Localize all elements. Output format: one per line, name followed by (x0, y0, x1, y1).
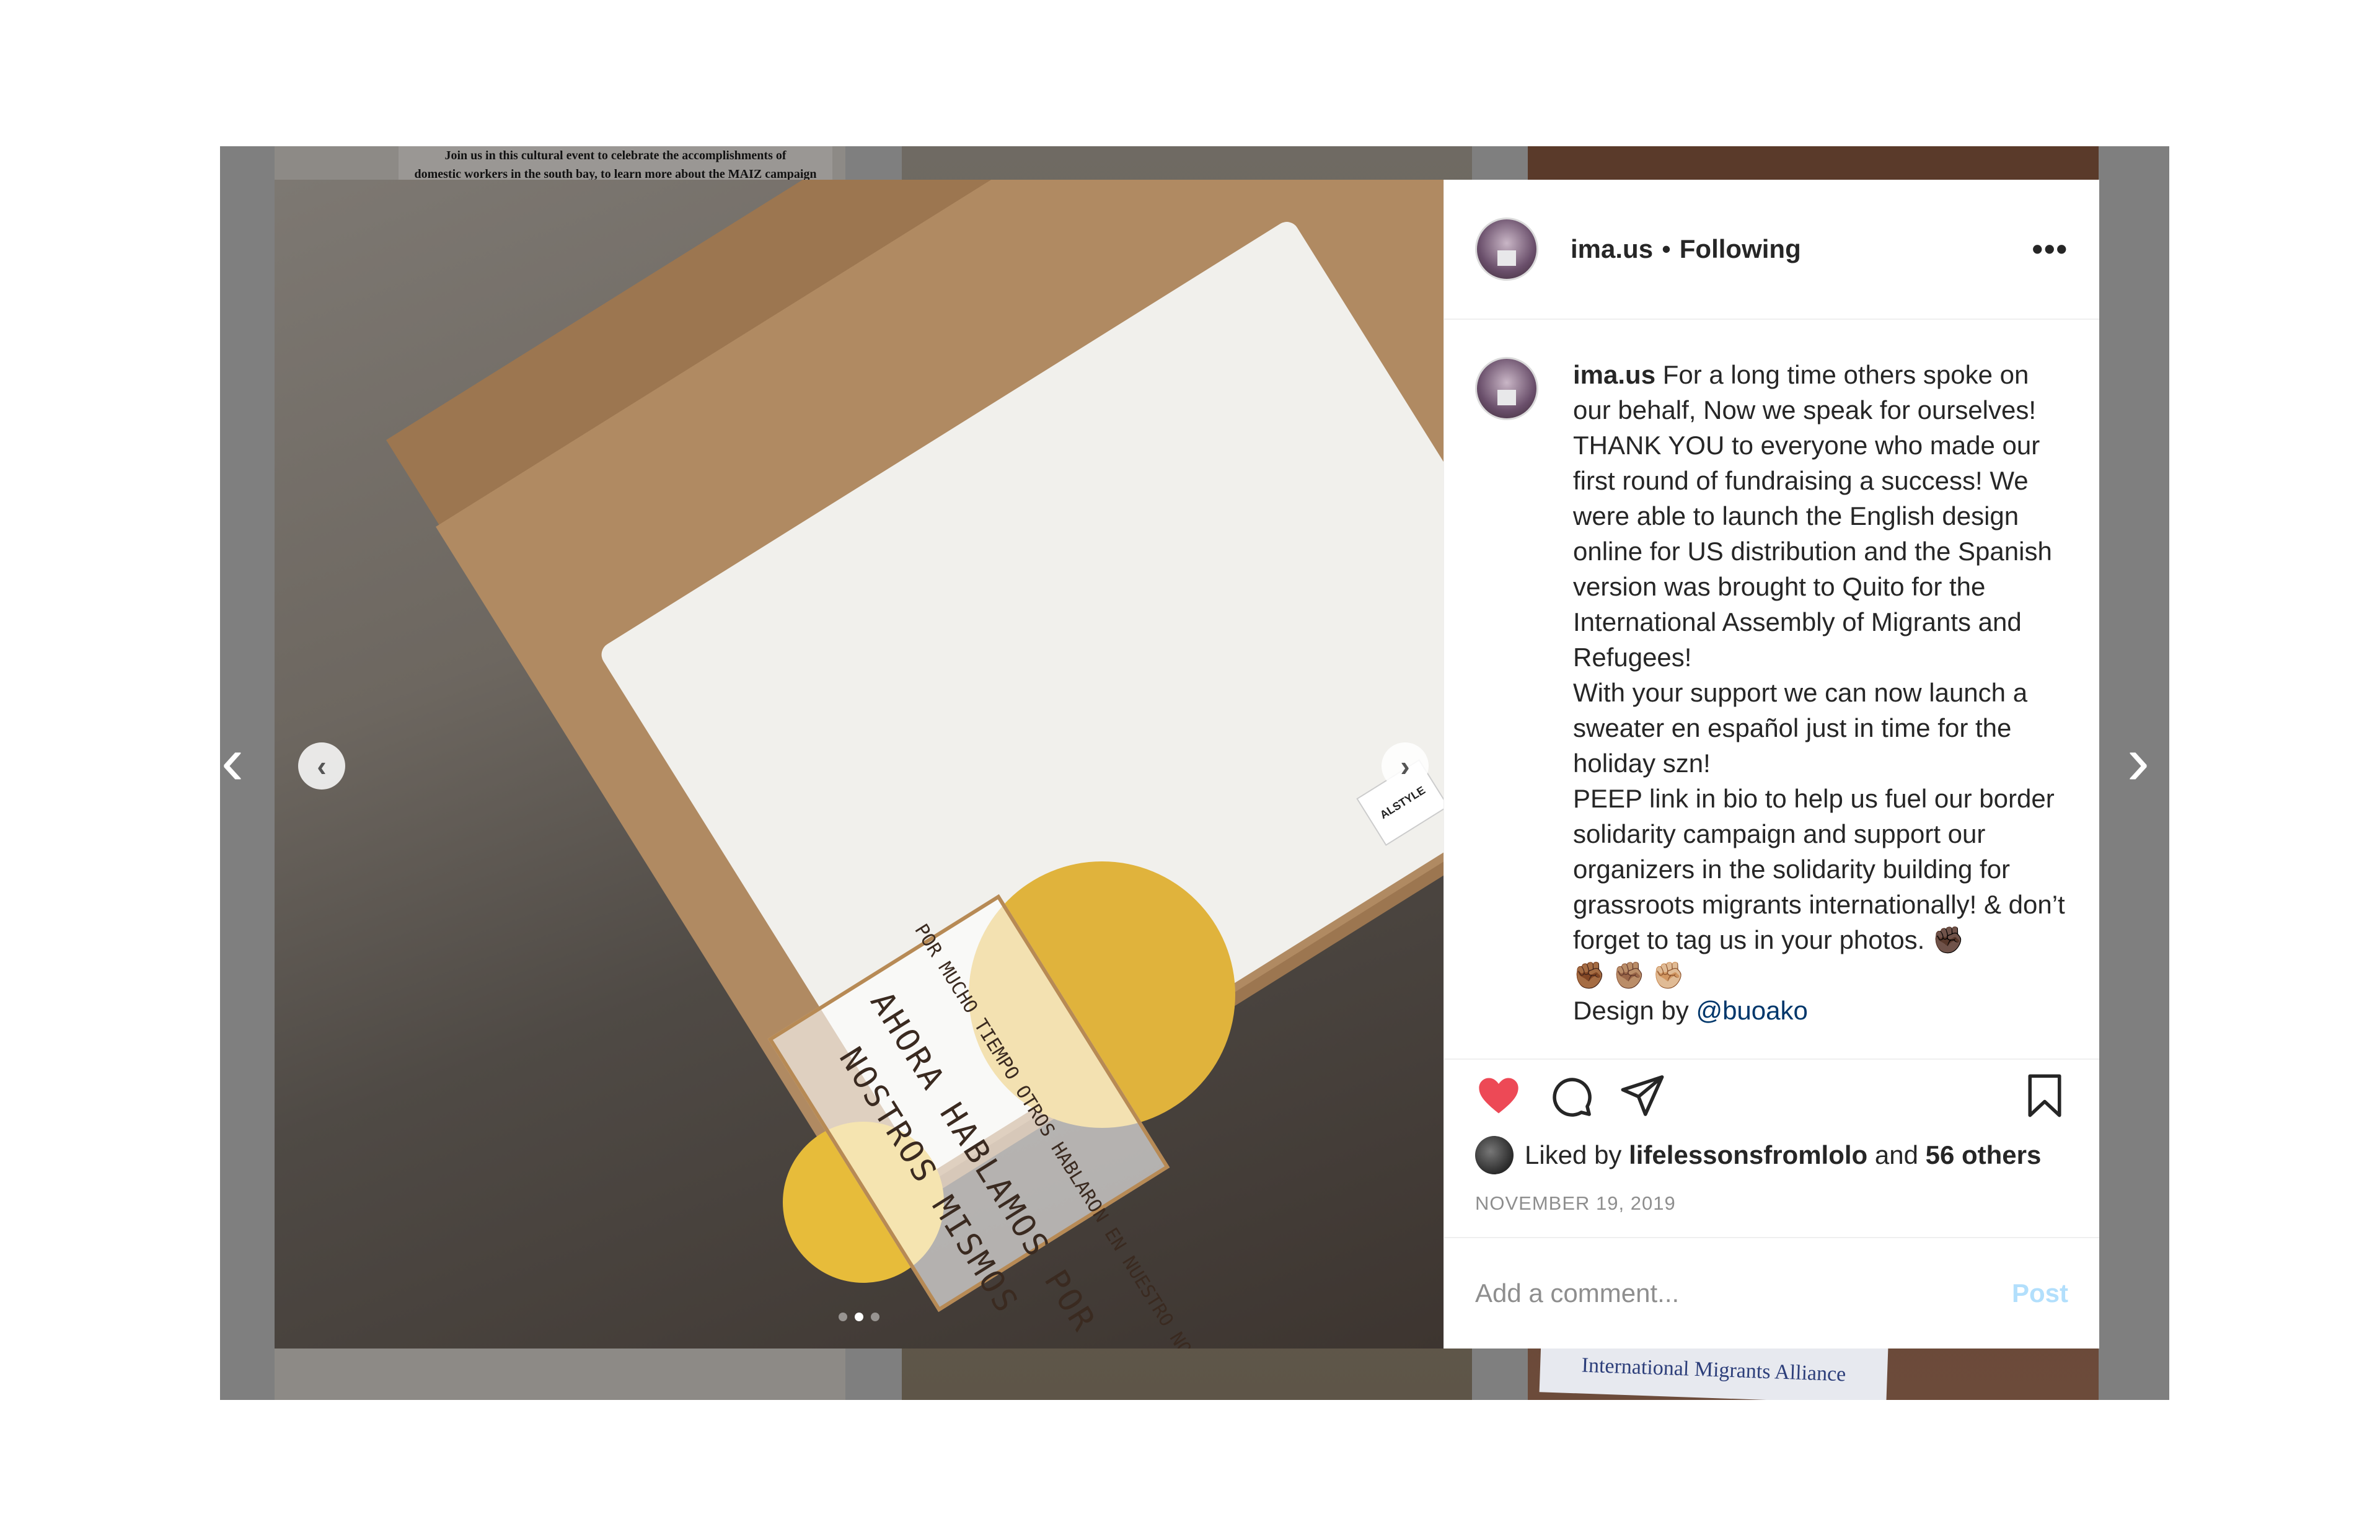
carousel-prev-button[interactable]: ‹ (298, 742, 345, 790)
flyer-line: Join us in this cultural event to celebr… (444, 149, 787, 162)
next-post-arrow-icon[interactable]: › (2120, 727, 2157, 795)
previous-post-arrow-icon[interactable]: ‹ (214, 727, 251, 795)
comment-input[interactable] (1475, 1278, 2012, 1308)
likes-others-link[interactable]: 56 others (1926, 1140, 2042, 1170)
post-sidebar: ima.us • Following ••• ima.us For a long… (1443, 180, 2099, 1349)
likes-prefix: Liked by (1525, 1140, 1622, 1169)
following-button[interactable]: Following (1680, 234, 1801, 264)
carousel-indicator (839, 1313, 879, 1321)
bookmark-icon (2028, 1074, 2061, 1117)
caption-text: ima.us For a long time others spoke on o… (1573, 357, 2068, 1046)
post-comment-button[interactable]: Post (2012, 1278, 2068, 1308)
share-button[interactable] (1618, 1071, 1667, 1120)
post-modal: POR MUCHO TIEMPO OTROS HABLARON EN NUEST… (275, 180, 2099, 1349)
carousel-dot (839, 1313, 847, 1321)
liker-username[interactable]: lifelessonsfromlolo (1629, 1140, 1867, 1170)
action-bar (1444, 1060, 2099, 1132)
post-header: ima.us • Following ••• (1444, 180, 2099, 320)
header-username[interactable]: ima.us (1571, 234, 1653, 264)
caption-body: With your support we can now launch a sw… (1573, 678, 2028, 778)
paper-plane-icon (1621, 1075, 1664, 1116)
more-options-icon[interactable]: ••• (2032, 231, 2068, 267)
mention-link[interactable]: @buoako (1696, 996, 1807, 1025)
like-button[interactable] (1474, 1071, 1523, 1120)
post-date: NOVEMBER 19, 2019 (1444, 1179, 2099, 1238)
caption-username[interactable]: ima.us (1573, 360, 1655, 389)
caption-section: ima.us For a long time others spoke on o… (1444, 320, 2099, 1060)
carousel-dot-active (855, 1313, 863, 1321)
likes-conjunction: and (1874, 1140, 1918, 1169)
save-button[interactable] (2020, 1071, 2069, 1120)
chevron-left-icon: ‹ (317, 750, 327, 782)
caption-body: For a long time others spoke on our beha… (1573, 360, 2052, 672)
header-separator: • (1662, 234, 1671, 263)
liker-avatar[interactable] (1475, 1136, 1514, 1174)
post-photo[interactable]: POR MUCHO TIEMPO OTROS HABLARON EN NUEST… (275, 180, 1443, 1349)
flyer-text: Join us in this cultural event to celebr… (399, 146, 832, 183)
chevron-right-icon: › (1400, 750, 1410, 782)
avatar[interactable] (1475, 218, 1538, 281)
caption-emoji: ✊🏾 ✊🏽 ✊🏼 (1573, 961, 1685, 990)
comment-button[interactable] (1546, 1071, 1595, 1120)
carousel-next-button[interactable]: › (1382, 742, 1429, 790)
caption-body: PEEP link in bio to help us fuel our bor… (1573, 784, 2065, 954)
speech-bubble-icon (1553, 1078, 1592, 1117)
caption-avatar[interactable] (1475, 357, 1538, 420)
comment-bar: Post (1444, 1238, 2099, 1349)
carousel-dot (871, 1313, 879, 1321)
caption-design-prefix: Design by (1573, 996, 1689, 1025)
heart-filled-icon (1479, 1078, 1518, 1114)
likes-summary: Liked by lifelessonsfromlolo and 56 othe… (1444, 1132, 2099, 1179)
